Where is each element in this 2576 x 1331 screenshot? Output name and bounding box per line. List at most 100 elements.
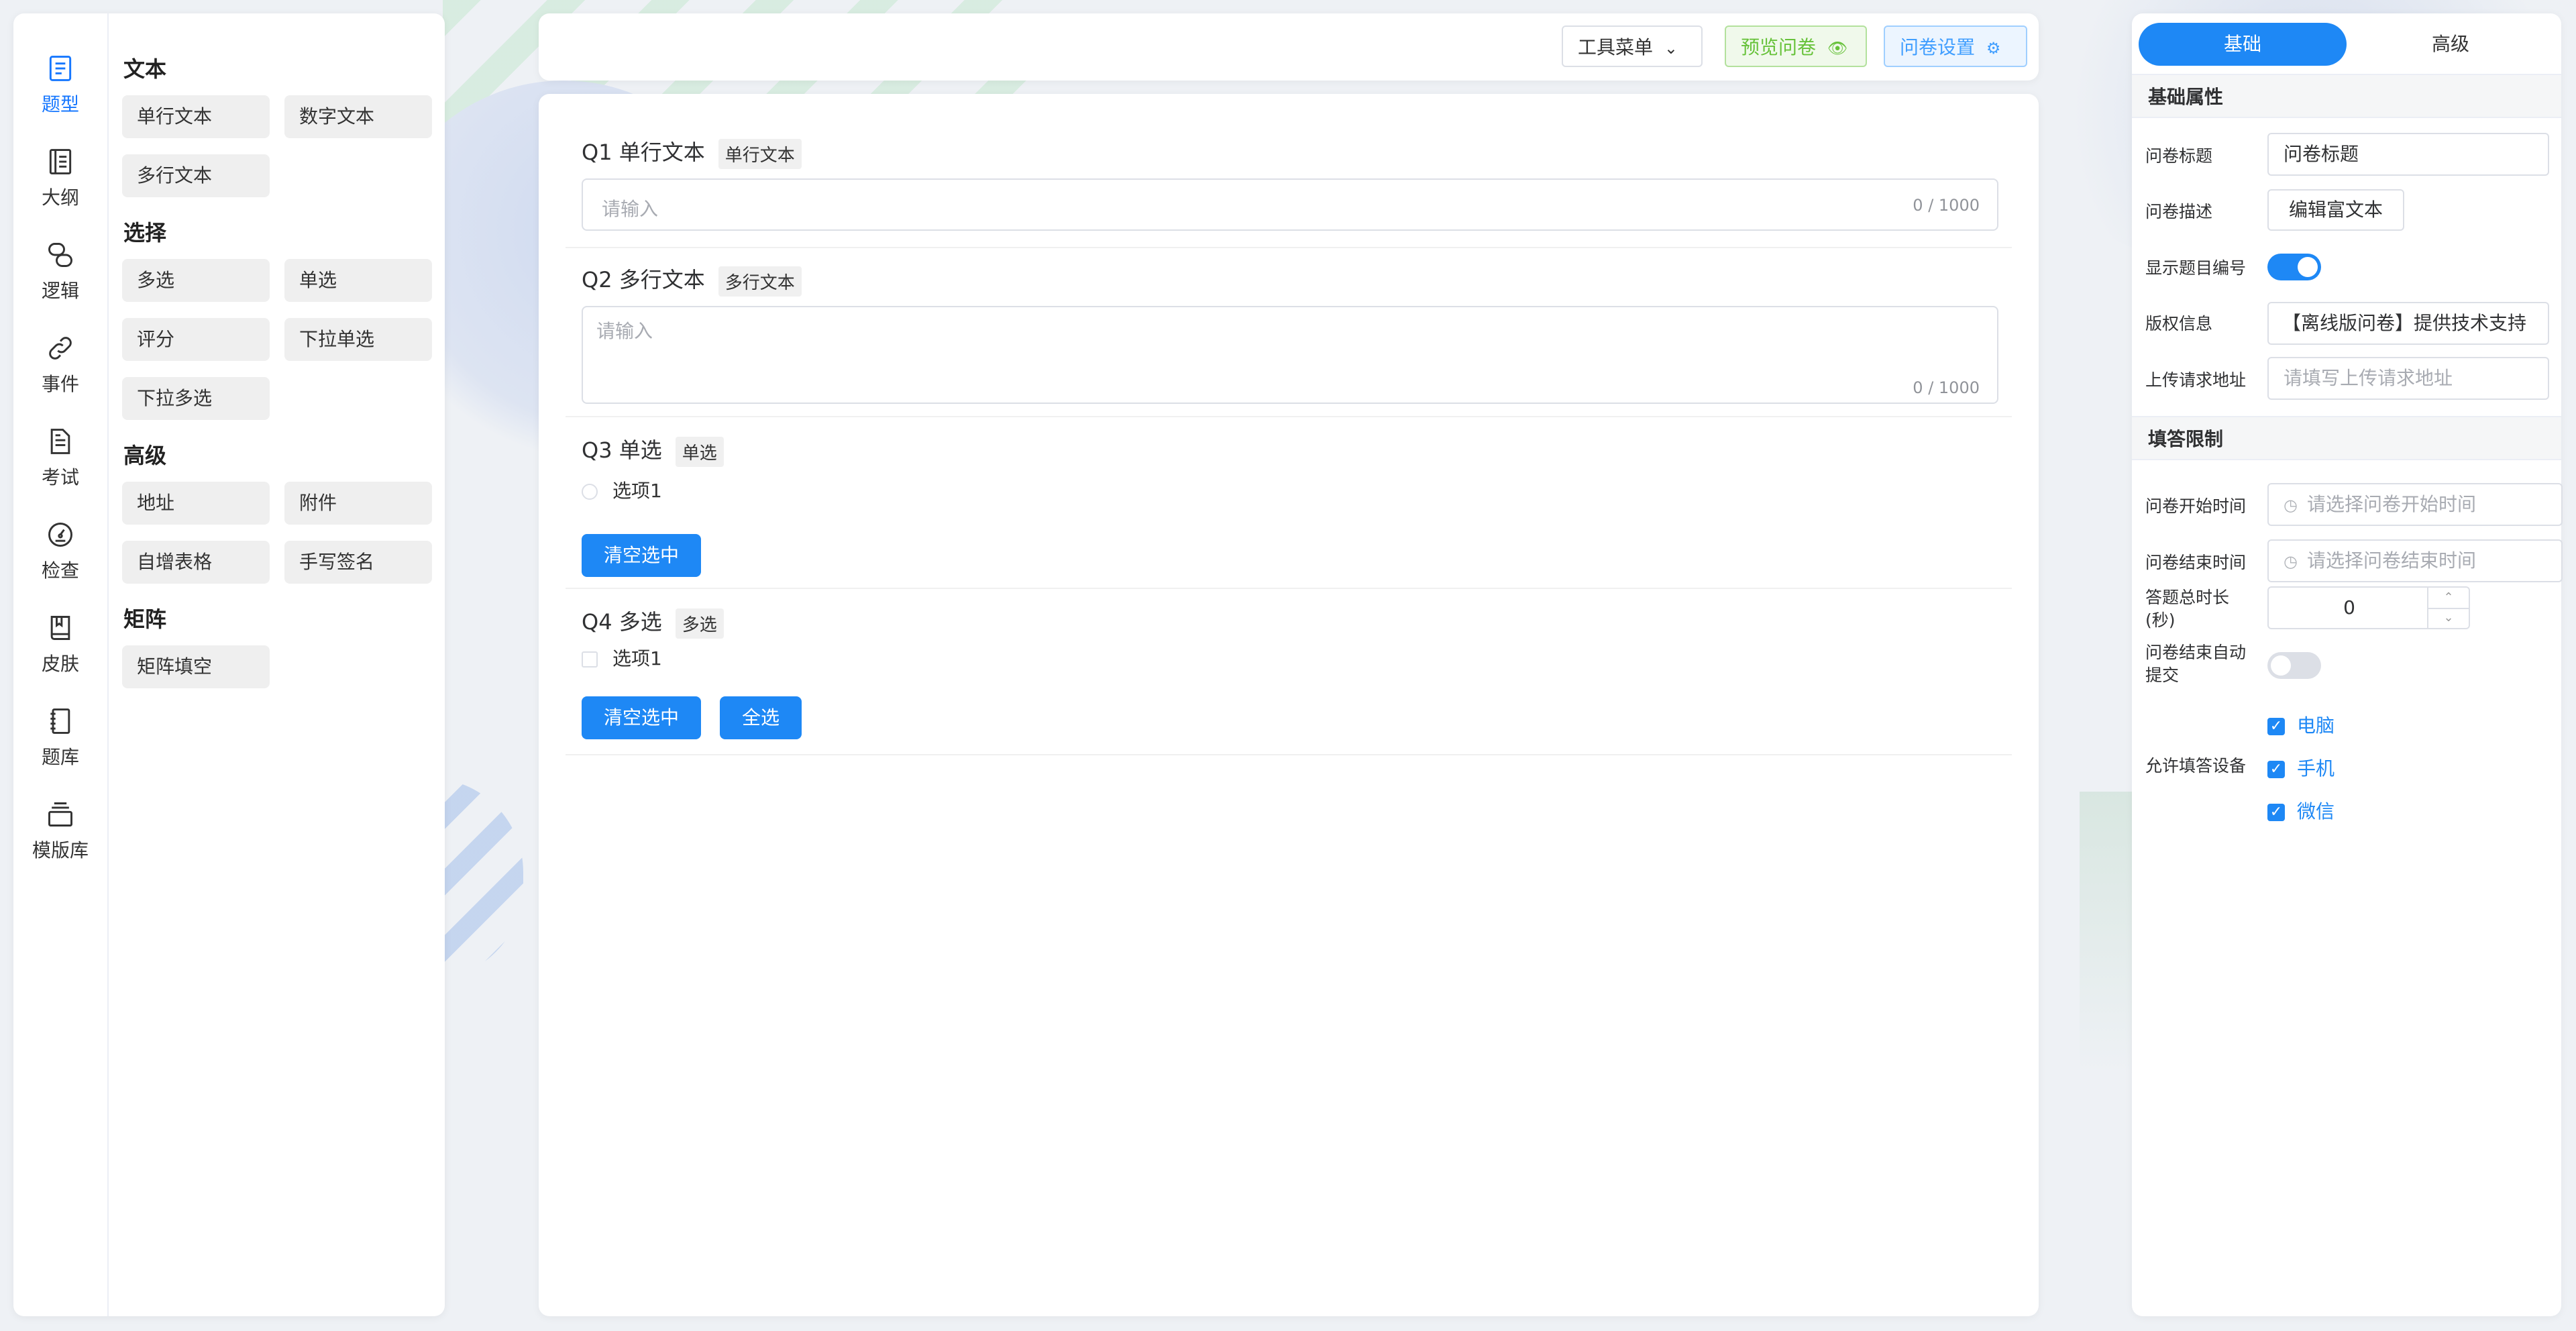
gauge-icon bbox=[46, 520, 75, 549]
upload-url-label: 上传请求地址 bbox=[2145, 370, 2247, 390]
device-checkbox-pc[interactable]: ✓ 电脑 bbox=[2267, 711, 2334, 738]
start-time-label: 问卷开始时间 bbox=[2145, 496, 2247, 516]
check-icon: ✓ bbox=[2267, 761, 2285, 778]
question-q2[interactable]: Q2 多行文本 多行文本 请输入 0 / 1000 bbox=[566, 248, 2012, 417]
link-icon bbox=[46, 333, 75, 363]
tab-advanced[interactable]: 高级 bbox=[2347, 23, 2555, 66]
char-counter: 0 / 1000 bbox=[1913, 378, 1980, 397]
left-panel: 题型 大纲 逻辑 事件 考试 检查 皮肤 题库 模版库 文本 单行文本 数字文本… bbox=[13, 13, 445, 1316]
component-matrix-fill[interactable]: 矩阵填空 bbox=[122, 645, 270, 688]
survey-settings-button[interactable]: 问卷设置 ⚙ bbox=[1884, 25, 2027, 67]
preview-label: 预览问卷 bbox=[1741, 36, 1817, 58]
rail-label: 考试 bbox=[41, 466, 79, 488]
component-attachment[interactable]: 附件 bbox=[284, 482, 432, 525]
question-type-tag: 单选 bbox=[675, 436, 724, 467]
copyright-input[interactable]: 【离线版问卷】提供技术支持 bbox=[2267, 302, 2549, 345]
component-auto-table[interactable]: 自增表格 bbox=[122, 541, 270, 584]
rail-item-exam[interactable]: 考试 bbox=[13, 413, 107, 488]
toggle-knob bbox=[2271, 655, 2291, 676]
decrement-button[interactable]: ⌄ bbox=[2428, 608, 2469, 628]
device-checkbox-wechat[interactable]: ✓ 微信 bbox=[2267, 797, 2334, 824]
end-time-picker[interactable]: ◷ 请选择问卷结束时间 bbox=[2267, 539, 2563, 582]
rail-item-outline[interactable]: 大纲 bbox=[13, 134, 107, 209]
logic-icon bbox=[46, 240, 75, 270]
component-address[interactable]: 地址 bbox=[122, 482, 270, 525]
duration-label: 答题总时长(秒) bbox=[2145, 588, 2230, 630]
stepper-arrows: ⌃ ⌄ bbox=[2427, 588, 2469, 628]
question-type-tag: 单行文本 bbox=[718, 138, 802, 169]
question-q3[interactable]: Q3 单选 单选 选项1 清空选中 bbox=[566, 417, 2012, 589]
check-icon: ✓ bbox=[2267, 804, 2285, 821]
radio-circle[interactable] bbox=[582, 484, 598, 500]
component-dropdown-single[interactable]: 下拉单选 bbox=[284, 318, 432, 361]
option-label: 选项1 bbox=[612, 480, 662, 502]
stack-icon bbox=[46, 800, 75, 829]
component-multi-choice[interactable]: 多选 bbox=[122, 259, 270, 302]
rail-label: 大纲 bbox=[41, 187, 79, 209]
component-rating[interactable]: 评分 bbox=[122, 318, 270, 361]
component-single-choice[interactable]: 单选 bbox=[284, 259, 432, 302]
component-dropdown-multi[interactable]: 下拉多选 bbox=[122, 377, 270, 420]
component-panel: 文本 单行文本 数字文本 多行文本 选择 多选 单选 评分 下拉单选 下拉多选 … bbox=[122, 34, 437, 688]
section-answer-limits: 填答限制 bbox=[2132, 416, 2561, 460]
preview-button[interactable]: 预览问卷 👁 bbox=[1725, 25, 1867, 67]
duration-value[interactable]: 0 bbox=[2269, 588, 2430, 628]
edit-rich-text-button[interactable]: 编辑富文本 bbox=[2267, 189, 2405, 231]
option-label: 选项1 bbox=[612, 647, 662, 670]
component-single-line-text[interactable]: 单行文本 bbox=[122, 95, 270, 138]
single-line-input[interactable]: 请输入 0 / 1000 bbox=[582, 178, 1998, 231]
component-signature[interactable]: 手写签名 bbox=[284, 541, 432, 584]
settings-panel: 基础 高级 基础属性 问卷标题 问卷标题 问卷描述 编辑富文本 显示题目编号 版… bbox=[2132, 13, 2563, 1316]
show-number-toggle[interactable] bbox=[2267, 254, 2321, 280]
section-basic-properties: 基础属性 bbox=[2132, 74, 2561, 118]
radio-option[interactable]: 选项1 bbox=[582, 476, 662, 503]
nav-rail: 题型 大纲 逻辑 事件 考试 检查 皮肤 题库 模版库 bbox=[13, 13, 109, 1316]
devices-label: 允许填答设备 bbox=[2145, 756, 2247, 776]
question-type-tag: 多选 bbox=[675, 608, 724, 639]
rail-label: 检查 bbox=[41, 560, 79, 582]
description-label: 问卷描述 bbox=[2145, 202, 2213, 221]
rail-item-templates[interactable]: 模版库 bbox=[13, 786, 107, 861]
question-title: Q2 多行文本 多行文本 bbox=[582, 263, 802, 297]
rail-label: 皮肤 bbox=[41, 653, 79, 675]
start-time-picker[interactable]: ◷ 请选择问卷开始时间 bbox=[2267, 483, 2563, 526]
multi-line-textarea[interactable]: 请输入 0 / 1000 bbox=[582, 306, 1998, 404]
rail-item-question-bank[interactable]: 题库 bbox=[13, 693, 107, 768]
tab-basic[interactable]: 基础 bbox=[2139, 23, 2347, 66]
survey-canvas: Q1 单行文本 单行文本 请输入 0 / 1000 Q2 多行文本 多行文本 请输入… bbox=[539, 94, 2039, 1316]
rail-item-check[interactable]: 检查 bbox=[13, 507, 107, 582]
auto-submit-toggle[interactable] bbox=[2267, 652, 2321, 679]
question-q1[interactable]: Q1 单行文本 单行文本 请输入 0 / 1000 bbox=[566, 121, 2012, 248]
check-icon: ✓ bbox=[2267, 718, 2285, 735]
gear-icon: ⚙ bbox=[1986, 39, 2001, 58]
show-number-label: 显示题目编号 bbox=[2145, 258, 2247, 278]
increment-button[interactable]: ⌃ bbox=[2428, 588, 2469, 609]
question-type-tag: 多行文本 bbox=[718, 266, 802, 297]
clear-selection-button[interactable]: 清空选中 bbox=[582, 534, 701, 577]
title-label: 问卷标题 bbox=[2145, 146, 2213, 166]
checkbox-option[interactable]: 选项1 bbox=[582, 644, 662, 671]
clear-selection-button[interactable]: 清空选中 bbox=[582, 696, 701, 739]
rail-item-events[interactable]: 事件 bbox=[13, 320, 107, 395]
outline-icon bbox=[46, 147, 75, 176]
component-multi-line-text[interactable]: 多行文本 bbox=[122, 154, 270, 197]
rail-label: 逻辑 bbox=[41, 280, 79, 302]
auto-submit-label: 问卷结束自动提交 bbox=[2145, 643, 2247, 685]
start-time-placeholder: 请选择问卷开始时间 bbox=[2306, 493, 2476, 515]
device-checkbox-mobile[interactable]: ✓ 手机 bbox=[2267, 754, 2334, 781]
component-number-text[interactable]: 数字文本 bbox=[284, 95, 432, 138]
rail-label: 模版库 bbox=[32, 839, 89, 861]
group-title-text: 文本 bbox=[123, 56, 167, 82]
device-label: 电脑 bbox=[2297, 714, 2335, 737]
rail-item-question-types[interactable]: 题型 bbox=[13, 40, 107, 115]
rail-item-skin[interactable]: 皮肤 bbox=[13, 600, 107, 675]
question-q4[interactable]: Q4 多选 多选 选项1 清空选中 全选 bbox=[566, 589, 2012, 755]
select-all-button[interactable]: 全选 bbox=[720, 696, 802, 739]
question-title: Q4 多选 多选 bbox=[582, 605, 724, 639]
upload-url-input[interactable]: 请填写上传请求地址 bbox=[2267, 357, 2549, 400]
survey-title-input[interactable]: 问卷标题 bbox=[2267, 133, 2549, 176]
checkbox-square[interactable] bbox=[582, 651, 598, 668]
duration-stepper[interactable]: 0 ⌃ ⌄ bbox=[2267, 586, 2470, 629]
tools-menu-button[interactable]: 工具菜单 ⌄ bbox=[1562, 25, 1703, 67]
rail-item-logic[interactable]: 逻辑 bbox=[13, 227, 107, 302]
